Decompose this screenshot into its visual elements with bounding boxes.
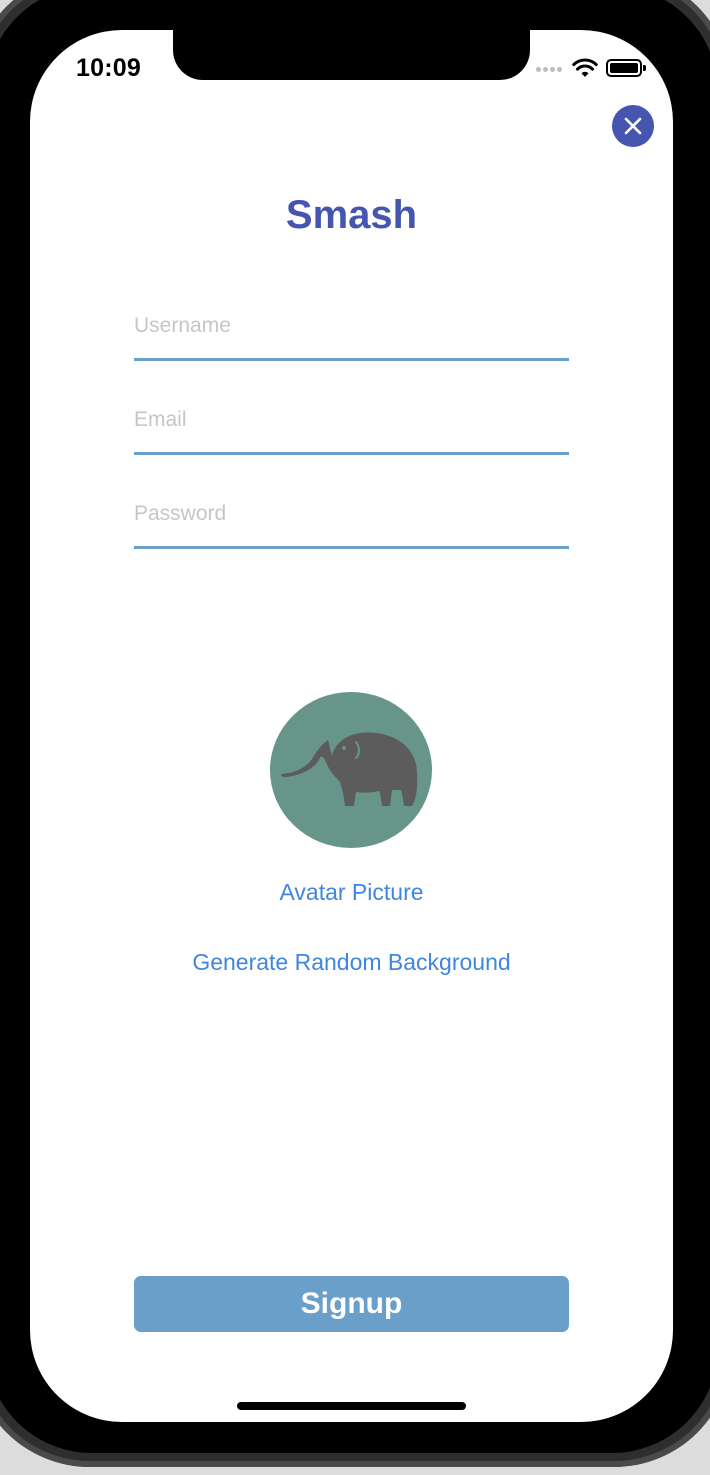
signal-icon (536, 67, 562, 72)
status-icons (536, 57, 648, 81)
email-input[interactable] (134, 403, 569, 437)
password-input[interactable] (134, 497, 569, 531)
status-time: 10:09 (76, 54, 141, 82)
phone-screen: 10:09 Smash Ava (30, 30, 673, 1422)
generate-background-link[interactable]: Generate Random Background (30, 949, 673, 976)
password-field-container (134, 489, 569, 549)
signup-button[interactable]: Signup (134, 1276, 569, 1332)
avatar-picture-link[interactable]: Avatar Picture (30, 879, 673, 906)
close-icon (624, 117, 642, 135)
close-button[interactable] (612, 105, 654, 147)
home-indicator[interactable] (237, 1402, 466, 1410)
page-title: Smash (285, 193, 418, 237)
notch (173, 30, 530, 80)
username-input[interactable] (134, 309, 569, 343)
username-field-container (134, 301, 569, 361)
wifi-icon (572, 58, 598, 77)
avatar-image[interactable] (270, 692, 432, 848)
elephant-icon (281, 732, 418, 806)
battery-icon (606, 59, 646, 77)
email-field-container (134, 395, 569, 455)
